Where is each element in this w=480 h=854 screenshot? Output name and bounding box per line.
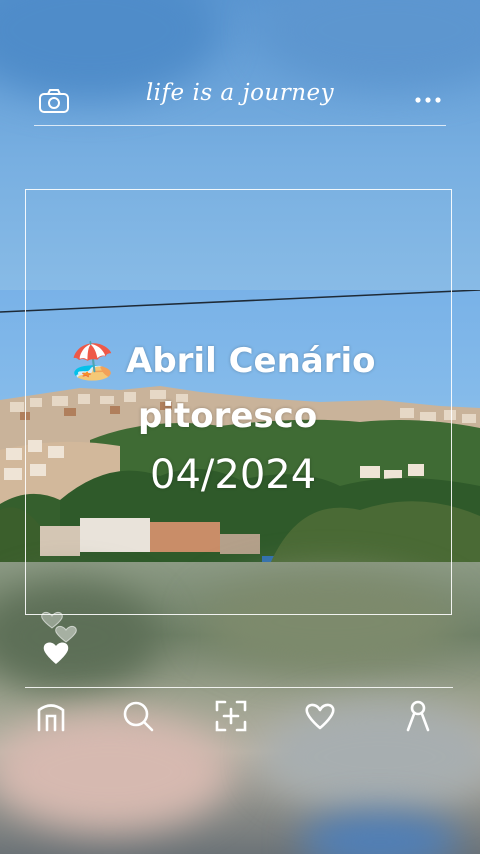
reaction-hearts[interactable] <box>38 608 86 668</box>
add-post-icon[interactable] <box>213 698 249 734</box>
caption-subtitle: pitoresco <box>138 396 318 436</box>
more-icon[interactable] <box>412 92 444 108</box>
caption-title: Abril Cenário <box>126 341 376 381</box>
caption-date: 04/2024 <box>150 452 317 498</box>
search-icon[interactable] <box>120 698 156 734</box>
header-title: life is a journey <box>145 80 335 106</box>
caption-line-2: pitoresco <box>138 396 398 444</box>
beach-umbrella-icon: 🏖️ <box>70 341 115 382</box>
profile-icon[interactable] <box>400 698 436 734</box>
heart-icon[interactable] <box>302 698 338 734</box>
heart-filled-icon <box>43 642 69 664</box>
camera-icon[interactable] <box>38 88 70 114</box>
nav-divider <box>25 687 453 688</box>
header-divider <box>34 125 446 126</box>
heart-outline-icon <box>41 611 63 629</box>
home-icon[interactable] <box>33 698 69 734</box>
heart-outline-icon <box>55 625 77 643</box>
caption-line-1: 🏖️ Abril Cenário <box>70 336 430 386</box>
